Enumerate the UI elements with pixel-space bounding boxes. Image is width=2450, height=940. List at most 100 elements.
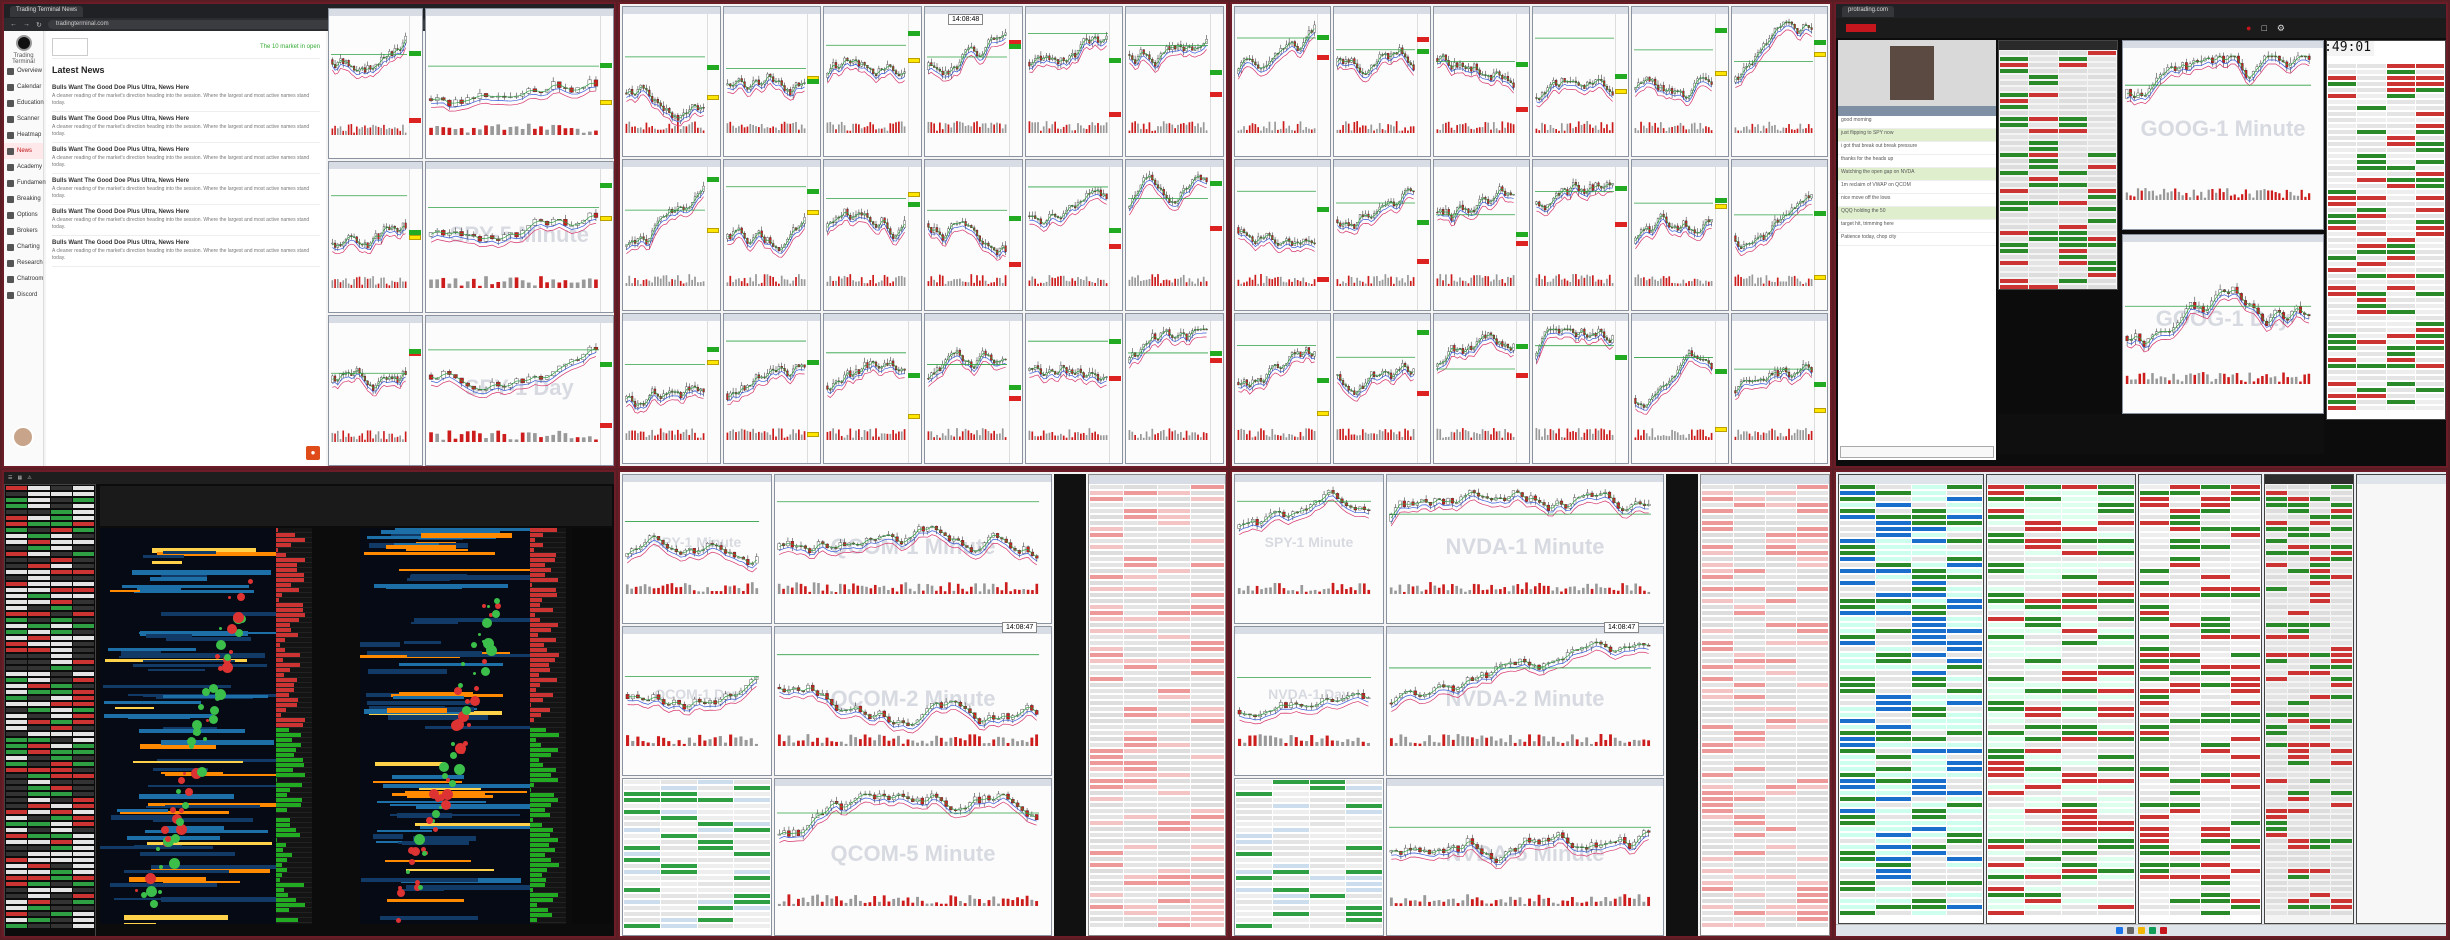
breaking-box[interactable] <box>52 37 88 56</box>
chart-panel[interactable] <box>328 8 423 160</box>
price-scale[interactable] <box>1209 167 1223 310</box>
sidebar-item[interactable]: Research <box>4 255 43 271</box>
chat-input[interactable] <box>1840 446 1994 458</box>
chart-panel[interactable] <box>1730 312 1828 464</box>
table-row[interactable] <box>1999 284 2117 289</box>
brand-logo-icon[interactable] <box>1846 24 1876 32</box>
sidebar-item[interactable]: Heatmap <box>4 127 43 143</box>
news-item[interactable]: Bulls Want The Good Doe Plus Ultra, News… <box>52 205 320 236</box>
price-scale[interactable] <box>807 320 820 463</box>
sidebar-item[interactable]: Options <box>4 207 43 223</box>
chat-message[interactable]: just flipping to SPY now <box>1838 129 1996 142</box>
chart-panel[interactable] <box>1631 159 1729 311</box>
chart-panel[interactable] <box>622 6 721 158</box>
price-scale[interactable] <box>1714 167 1728 310</box>
price-scale[interactable] <box>807 14 820 157</box>
price-scale[interactable] <box>1008 320 1022 463</box>
sidebar-item[interactable]: Chatroom <box>4 271 43 287</box>
sidebar-item[interactable]: Fundamentals <box>4 175 55 191</box>
price-scale[interactable] <box>1317 167 1330 310</box>
sidebar-item[interactable]: Academy <box>4 159 43 175</box>
price-scale[interactable] <box>1814 320 1827 463</box>
price-scale[interactable] <box>600 16 613 159</box>
chart-panel[interactable] <box>1432 312 1530 464</box>
chart-panel[interactable] <box>1024 6 1124 158</box>
price-scale[interactable] <box>1814 14 1827 157</box>
chat-message[interactable]: nice move off the lows <box>1838 194 1996 207</box>
site-logo[interactable]: Trading Terminal <box>4 31 43 65</box>
goog-1m-chart[interactable]: GOOG-1 Minute <box>2122 40 2324 230</box>
price-scale[interactable] <box>1416 14 1430 157</box>
chat-message[interactable]: target hit, trimming here <box>1838 220 1996 233</box>
price-scale[interactable] <box>1714 14 1728 157</box>
table-row[interactable] <box>2327 405 2445 411</box>
chart-panel[interactable] <box>823 312 922 464</box>
goog-1d-chart[interactable]: GOOG-1 Day <box>2122 234 2324 414</box>
chart-panel[interactable] <box>1125 159 1224 311</box>
chat-message[interactable]: good morning <box>1838 116 1996 129</box>
back-icon[interactable]: ← <box>10 21 17 28</box>
price-scale[interactable] <box>1714 320 1728 463</box>
chart-panel[interactable]: SPY-5 Minute <box>424 161 614 313</box>
chat-message[interactable]: i got that break out break pressure <box>1838 142 1996 155</box>
screen-icon[interactable]: □ <box>2261 23 2266 33</box>
price-scale[interactable] <box>600 322 613 465</box>
menu-icon[interactable]: ☰ <box>8 475 12 481</box>
price-scale[interactable] <box>1814 167 1827 310</box>
chart-panel[interactable] <box>1024 159 1124 311</box>
chart-panel[interactable] <box>823 159 922 311</box>
chart-panel[interactable] <box>923 159 1023 311</box>
chat-message[interactable]: Patience today, chop city <box>1838 233 1996 246</box>
sidebar-item[interactable]: News <box>4 143 43 159</box>
chart-panel[interactable] <box>622 312 721 464</box>
chart-panel[interactable] <box>1024 312 1124 464</box>
chart-panel[interactable] <box>1234 159 1332 311</box>
sidebar-item[interactable]: Discord <box>4 287 43 303</box>
avatar[interactable] <box>12 426 34 448</box>
sidebar-item[interactable]: Charting <box>4 239 43 255</box>
news-item[interactable]: Bulls Want The Good Doe Plus Ultra, News… <box>52 143 320 174</box>
price-scale[interactable] <box>1209 14 1223 157</box>
sidebar-item[interactable]: Calendar <box>4 79 43 95</box>
chart-panel[interactable] <box>1333 312 1431 464</box>
chart-panel[interactable] <box>1730 159 1828 311</box>
price-scale[interactable] <box>408 169 422 312</box>
chart-panel[interactable] <box>1234 312 1332 464</box>
sidebar-item[interactable]: Education <box>4 95 44 111</box>
forward-icon[interactable]: → <box>23 21 30 28</box>
price-scale[interactable] <box>706 14 720 157</box>
chart-panel[interactable] <box>722 159 822 311</box>
price-scale[interactable] <box>1109 14 1122 157</box>
price-scale[interactable] <box>1317 320 1330 463</box>
chat-launcher-icon[interactable]: ● <box>306 446 320 460</box>
chart-panel[interactable] <box>923 6 1023 158</box>
chart-panel[interactable] <box>1432 6 1530 158</box>
chart-panel[interactable] <box>328 314 423 466</box>
chart-panel[interactable] <box>1125 312 1224 464</box>
price-scale[interactable] <box>1615 14 1628 157</box>
price-scale[interactable] <box>1109 167 1122 310</box>
chart-panel[interactable] <box>1125 6 1224 158</box>
sidebar-item[interactable]: Brokers <box>4 223 43 239</box>
chart-panel[interactable] <box>1532 312 1630 464</box>
chart-panel[interactable] <box>722 312 822 464</box>
settings-icon[interactable]: ⚙ <box>2277 23 2285 34</box>
news-item[interactable]: Bulls Want The Good Doe Plus Ultra, News… <box>52 174 320 205</box>
browser-tab[interactable]: Trading Terminal News <box>10 5 84 17</box>
price-scale[interactable] <box>1615 320 1628 463</box>
sidebar-item[interactable]: Scanner <box>4 111 43 127</box>
price-scale[interactable] <box>1516 320 1529 463</box>
chart-panel[interactable] <box>1333 159 1431 311</box>
chart-panel[interactable]: SPY-1 Day <box>424 314 614 466</box>
chart-panel[interactable] <box>1631 6 1729 158</box>
sidebar-item[interactable]: Overview <box>4 63 43 79</box>
news-item[interactable]: Bulls Want The Good Doe Plus Ultra, News… <box>52 236 320 267</box>
price-scale[interactable] <box>408 322 422 465</box>
chart-panel[interactable] <box>622 159 721 311</box>
chart-panel[interactable] <box>1532 159 1630 311</box>
chart-panel[interactable] <box>1631 312 1729 464</box>
price-scale[interactable] <box>408 16 422 159</box>
chart-panel[interactable] <box>1432 159 1530 311</box>
price-scale[interactable] <box>1209 320 1223 463</box>
chart-panel[interactable] <box>923 312 1023 464</box>
